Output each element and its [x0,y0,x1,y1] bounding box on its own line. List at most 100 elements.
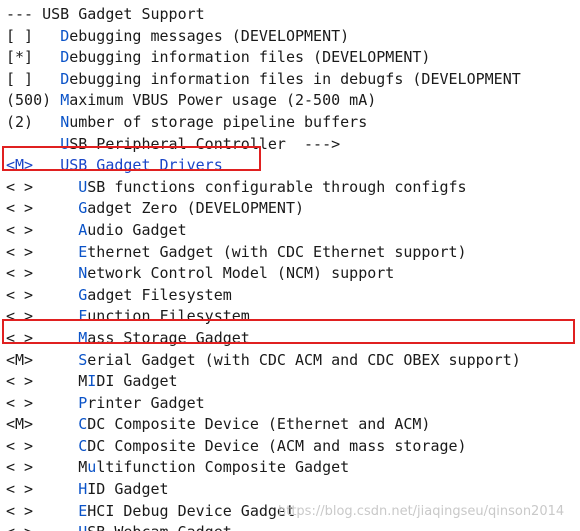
menu-item-label: rinter Gadget [87,393,205,412]
menu-item[interactable]: < > Function Filesystem [6,306,580,328]
menu-item[interactable]: < > Network Control Model (NCM) support [6,263,580,285]
menu-item-hotkey: F [78,307,88,326]
menu-item-hotkey: H [78,480,88,499]
menu-item[interactable]: < > Gadget Filesystem [6,285,580,307]
menu-item-label: umber of storage pipeline buffers [69,112,368,131]
menu-item-hotkey: D [60,48,70,67]
menu-item[interactable]: [*] Debugging information files (DEVELOP… [6,47,580,69]
menu-item-label: DC Composite Device (Ethernet and ACM) [87,415,431,434]
menu-item[interactable]: < > Multifunction Composite Gadget [6,457,580,479]
menu-item-indent [33,221,78,239]
menu-item-marker: < > [6,372,34,391]
menu-item-label: thernet Gadget (with CDC Ethernet suppor… [87,242,467,261]
menu-item[interactable]: < > USB functions configurable through c… [6,177,580,199]
menu-item-hotkey: U [60,156,70,175]
menu-item-label: unction Filesystem [87,307,250,326]
menu-item-marker: < > [6,458,34,477]
menu-item-label: ebugging messages (DEVELOPMENT) [69,26,350,45]
menu-item-marker: < > [6,523,33,531]
menu-item[interactable]: <M> CDC Composite Device (Ethernet and A… [6,414,580,436]
menu-item-marker: [*] [6,48,34,67]
menu-item[interactable]: < > CDC Composite Device (ACM and mass s… [6,436,580,458]
menu-item-marker: (2) [6,112,34,131]
menu-item-indent [33,156,60,174]
menu-item-label: ID Gadget [87,480,169,499]
menu-item[interactable]: < > MIDI Gadget [6,371,580,393]
menu-item-indent: M [33,458,88,477]
menu-item-label: SB functions configurable through config… [87,177,467,196]
menu-item[interactable]: < > Gadget Zero (DEVELOPMENT) [6,198,580,220]
menu-item-label: SB Gadget Drivers [69,156,223,175]
menu-item-hotkey: U [78,523,87,531]
menu-item-label: DI Gadget [96,372,178,391]
menu-item-indent: M [33,372,88,391]
menu-item-hotkey: G [78,199,88,218]
menu-item-marker: <M> [6,156,34,175]
menu-title: --- USB Gadget Support [6,4,580,26]
menu-item-hotkey: U [60,134,70,153]
menu-item-label: udio Gadget [87,220,187,239]
menu-item-label: SB Peripheral Controller ---> [69,134,341,153]
menu-item-indent [33,502,78,520]
menu-item-label: etwork Control Model (NCM) support [87,264,395,283]
menu-item-hotkey: D [60,26,70,45]
menu-item-marker: < > [6,199,34,218]
menu-item-marker: <M> [6,415,34,434]
menu-item-hotkey: G [78,285,88,304]
menu-item-label: SB Webcam Gadget [87,523,232,531]
menu-item[interactable]: < > Ethernet Gadget (with CDC Ethernet s… [6,242,580,264]
menu-item-marker: < > [6,285,34,304]
menu-item-indent [33,523,78,531]
menu-item-marker: < > [6,436,34,455]
menu-item-indent [33,286,78,304]
menu-item[interactable]: < > Audio Gadget [6,220,580,242]
menu-item-indent [33,113,60,131]
menu-item-marker: < > [6,242,34,261]
menu-item-marker: [ ] [6,26,34,45]
menu-item[interactable]: (500) Maximum VBUS Power usage (2-500 mA… [6,90,580,112]
menu-item-label: ebugging information files in debugfs (D… [69,69,521,88]
menu-item-hotkey: S [78,350,88,369]
menu-item-indent [33,437,78,455]
menu-item[interactable]: <M> Serial Gadget (with CDC ACM and CDC … [6,350,580,372]
menu-item-indent [33,48,60,66]
menu-item-indent [33,243,78,261]
menu-item-indent [51,91,60,109]
menu-item-hotkey: D [60,69,70,88]
menu-item-hotkey: M [60,91,70,110]
menu-item[interactable]: <M> USB Gadget Drivers [6,155,580,177]
menu-item-marker: < > [6,393,34,412]
menu-item-marker: < > [6,501,34,520]
menu-item-indent [33,307,78,325]
menu-item-hotkey: C [78,436,88,455]
watermark-text: https://blog.csdn.net/jiaqingseu/qinson2… [278,504,565,519]
menu-item-hotkey: E [78,501,88,520]
menuconfig-screen: --- USB Gadget Support [ ] Debugging mess… [0,0,580,531]
menu-item-marker: <M> [6,350,34,369]
menu-item-hotkey: I [87,372,97,391]
menu-item-marker: < > [6,264,34,283]
menu-item[interactable]: < > USB Webcam Gadget [6,522,580,531]
menu-item-label: DC Composite Device (ACM and mass storag… [87,436,467,455]
menu-item[interactable]: < > Mass Storage Gadget [6,328,580,350]
menu-list[interactable]: --- USB Gadget Support [ ] Debugging mess… [6,4,580,531]
menu-item-hotkey: P [78,393,88,412]
menu-item-indent [33,27,60,45]
menu-item-hotkey: M [78,328,88,347]
menu-item-marker: [ ] [6,69,34,88]
menu-item[interactable]: USB Peripheral Controller ---> [6,134,580,156]
menu-item-hotkey: N [60,112,70,131]
menu-item[interactable]: < > HID Gadget [6,479,580,501]
menu-item-hotkey: C [78,415,88,434]
menu-item[interactable]: < > Printer Gadget [6,393,580,415]
menu-item-indent [33,199,78,217]
menu-item-indent [33,351,78,369]
menu-item[interactable]: (2) Number of storage pipeline buffers [6,112,580,134]
menu-item-label: --- USB Gadget Support [6,5,205,23]
menu-item[interactable]: [ ] Debugging messages (DEVELOPMENT) [6,26,580,48]
menu-item-label: ass Storage Gadget [87,328,250,347]
menu-item[interactable]: [ ] Debugging information files in debug… [6,69,580,91]
menu-item-hotkey: E [78,242,88,261]
menu-item-indent [33,329,78,347]
menu-item-marker: < > [6,328,34,347]
